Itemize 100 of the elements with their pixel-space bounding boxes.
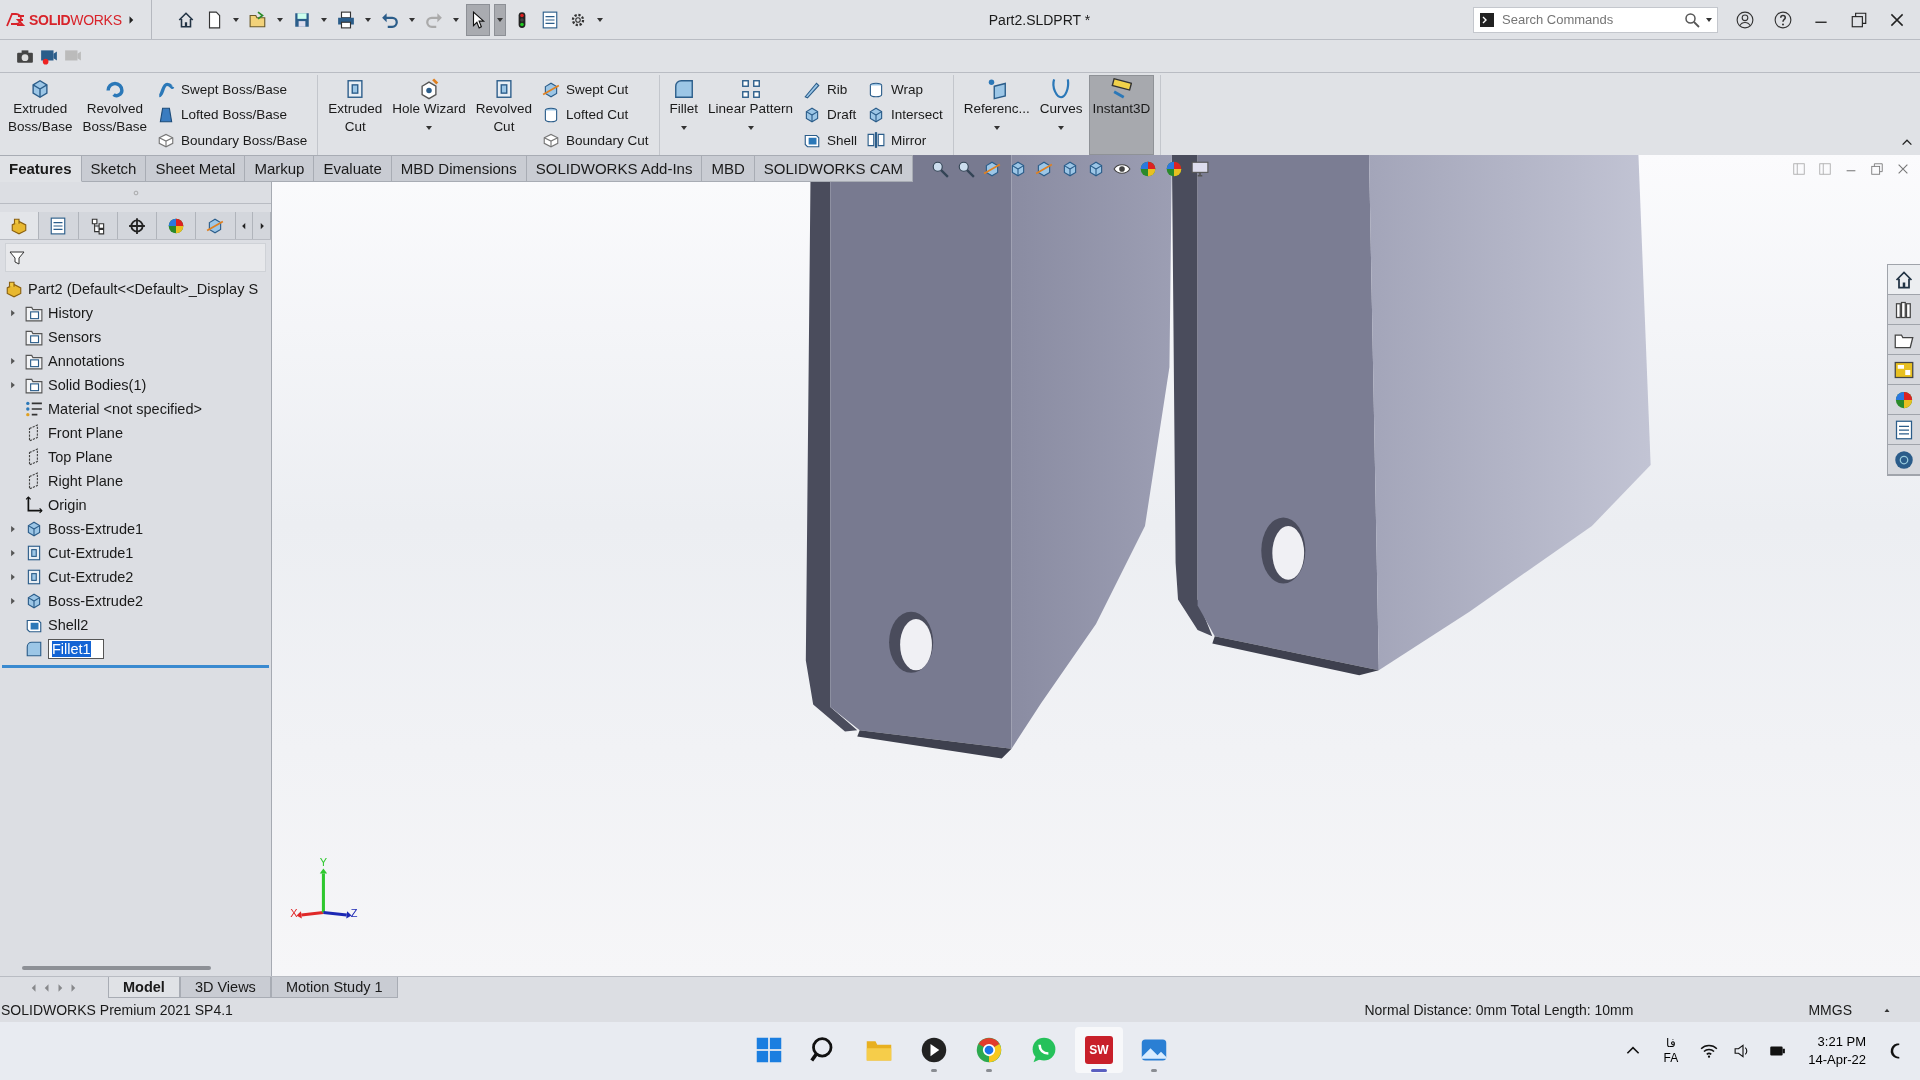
tree-item[interactable]: Boss-Extrude1 [48, 521, 144, 537]
taskbar-app[interactable]: SW [1075, 1027, 1123, 1073]
tool-button[interactable]: Lofted Boss/Base [157, 106, 308, 124]
unit-system[interactable]: MMGS [1808, 1002, 1852, 1018]
books-icon[interactable] [1894, 299, 1914, 320]
filter-field[interactable] [5, 243, 266, 272]
tab[interactable]: Features [0, 155, 82, 182]
restore-icon[interactable] [1850, 10, 1868, 29]
tool-button[interactable]: Shell [802, 131, 857, 150]
tab[interactable]: Model [108, 977, 180, 998]
zoom-icon[interactable] [956, 159, 975, 178]
tool-button[interactable]: Lofted Cut [542, 106, 649, 124]
tab[interactable]: Evaluate [314, 155, 392, 182]
tool-button[interactable]: Intersect [866, 106, 943, 124]
rename-field[interactable]: Fillet1 [48, 639, 104, 659]
list-icon[interactable] [541, 10, 559, 29]
house-icon[interactable] [1894, 269, 1914, 290]
tree-item[interactable]: Shell2 [48, 617, 89, 633]
tab[interactable]: 3D Views [179, 977, 271, 998]
tool-button[interactable]: Swept Boss/Base [157, 80, 308, 99]
caret-icon[interactable] [453, 17, 459, 22]
list-icon[interactable] [49, 216, 68, 235]
tree-root-label[interactable]: Part2 (Default<<Default>_Display S [28, 281, 259, 297]
tool-button[interactable]: Extruded Cut [324, 75, 387, 155]
monitor-icon[interactable] [1190, 159, 1209, 178]
tree-item[interactable]: Front Plane [48, 425, 123, 441]
tree-item[interactable]: Top Plane [48, 449, 113, 465]
video-camera-icon[interactable] [40, 47, 58, 65]
tab[interactable]: Markup [245, 155, 315, 182]
color-sphere-icon[interactable] [167, 216, 186, 235]
caret-icon[interactable] [321, 17, 327, 22]
house-icon[interactable] [177, 10, 195, 29]
tree-item[interactable]: Cut-Extrude1 [48, 545, 134, 561]
view-palette-icon[interactable] [1894, 359, 1914, 380]
part-icon[interactable] [10, 216, 29, 235]
tool-button[interactable]: Mirror [866, 131, 943, 150]
tree-item[interactable]: Material <not specified> [48, 401, 202, 417]
tab[interactable]: MBD Dimensions [391, 155, 527, 182]
tool-button[interactable]: Revolved Boss/Base [78, 75, 152, 155]
tool-button[interactable]: Draft [802, 106, 857, 124]
tab[interactable]: SOLIDWORKS CAM [754, 155, 913, 182]
tool-button[interactable]: Curves [1035, 75, 1087, 155]
tool-button[interactable]: Boundary Boss/Base [157, 131, 308, 150]
list-icon[interactable] [1894, 419, 1914, 440]
clock[interactable]: 3:21 PM 14-Apr-22 [1802, 1032, 1872, 1070]
tool-button[interactable]: Rib [802, 80, 857, 99]
tree-item[interactable]: Origin [48, 497, 87, 513]
camera-icon[interactable] [16, 47, 34, 65]
scrollbar-thumb[interactable] [22, 966, 211, 970]
tree-item[interactable]: History [48, 305, 94, 321]
tree-item[interactable]: Sensors [48, 329, 102, 345]
caret-icon[interactable] [1058, 126, 1065, 130]
tool-button[interactable]: Wrap [866, 80, 943, 99]
caret-icon[interactable] [409, 17, 415, 22]
section-view-icon[interactable] [982, 159, 1001, 178]
tree-item[interactable]: Cut-Extrude2 [48, 569, 134, 585]
tool-button[interactable]: Boundary Cut [542, 131, 649, 150]
caret-icon[interactable] [277, 17, 283, 22]
tool-button[interactable]: Hole Wizard [388, 75, 470, 155]
tab[interactable]: Motion Study 1 [270, 977, 398, 998]
caret-icon[interactable] [233, 17, 239, 22]
tool-button[interactable]: Extruded Boss/Base [4, 75, 77, 155]
color-sphere-icon[interactable] [1894, 389, 1914, 410]
tab[interactable]: SOLIDWORKS Add-Ins [526, 155, 703, 182]
search-icon[interactable] [1684, 11, 1700, 28]
tool-button[interactable]: Revolved Cut [471, 75, 537, 155]
zoom-icon[interactable] [930, 159, 949, 178]
tool-button[interactable]: Fillet [665, 75, 703, 155]
section-view-icon[interactable] [206, 216, 225, 235]
caret-icon[interactable] [597, 17, 603, 22]
caret-icon[interactable] [365, 17, 371, 22]
section-view-icon[interactable] [1034, 159, 1053, 178]
undo-icon[interactable] [381, 10, 399, 29]
caret-icon[interactable] [993, 126, 1000, 130]
open-folder-icon[interactable] [249, 10, 267, 29]
filter-icon[interactable] [9, 249, 25, 266]
tree-item[interactable]: Solid Bodies(1) [48, 377, 147, 393]
wifi-icon[interactable] [1700, 1042, 1719, 1060]
color-sphere-icon[interactable] [1138, 159, 1157, 178]
crosshair-icon[interactable] [127, 216, 146, 235]
tool-button[interactable]: Referenc... [959, 75, 1034, 155]
tree-item[interactable]: Boss-Extrude2 [48, 593, 144, 609]
search-field[interactable]: Search Commands [1473, 6, 1718, 33]
tool-button[interactable]: Linear Pattern [704, 75, 797, 155]
tool-button[interactable]: Swept Cut [542, 80, 649, 99]
tree-item[interactable]: Annotations [48, 353, 125, 369]
tool-button[interactable]: Instant3D [1088, 75, 1155, 155]
printer-icon[interactable] [337, 10, 355, 29]
tab[interactable]: MBD [702, 155, 755, 182]
tab[interactable]: Sketch [81, 155, 147, 182]
color-sphere-icon[interactable] [1164, 159, 1183, 178]
caret-icon[interactable] [426, 126, 432, 130]
globe-icon[interactable] [1894, 449, 1914, 470]
help-icon[interactable] [1774, 10, 1792, 29]
user-icon[interactable] [1736, 10, 1754, 29]
caret-icon[interactable] [1706, 17, 1712, 22]
tree-item[interactable]: Right Plane [48, 473, 123, 489]
caret-icon[interactable] [747, 126, 754, 130]
tab[interactable]: Sheet Metal [146, 155, 246, 182]
caret-icon[interactable] [680, 126, 687, 130]
